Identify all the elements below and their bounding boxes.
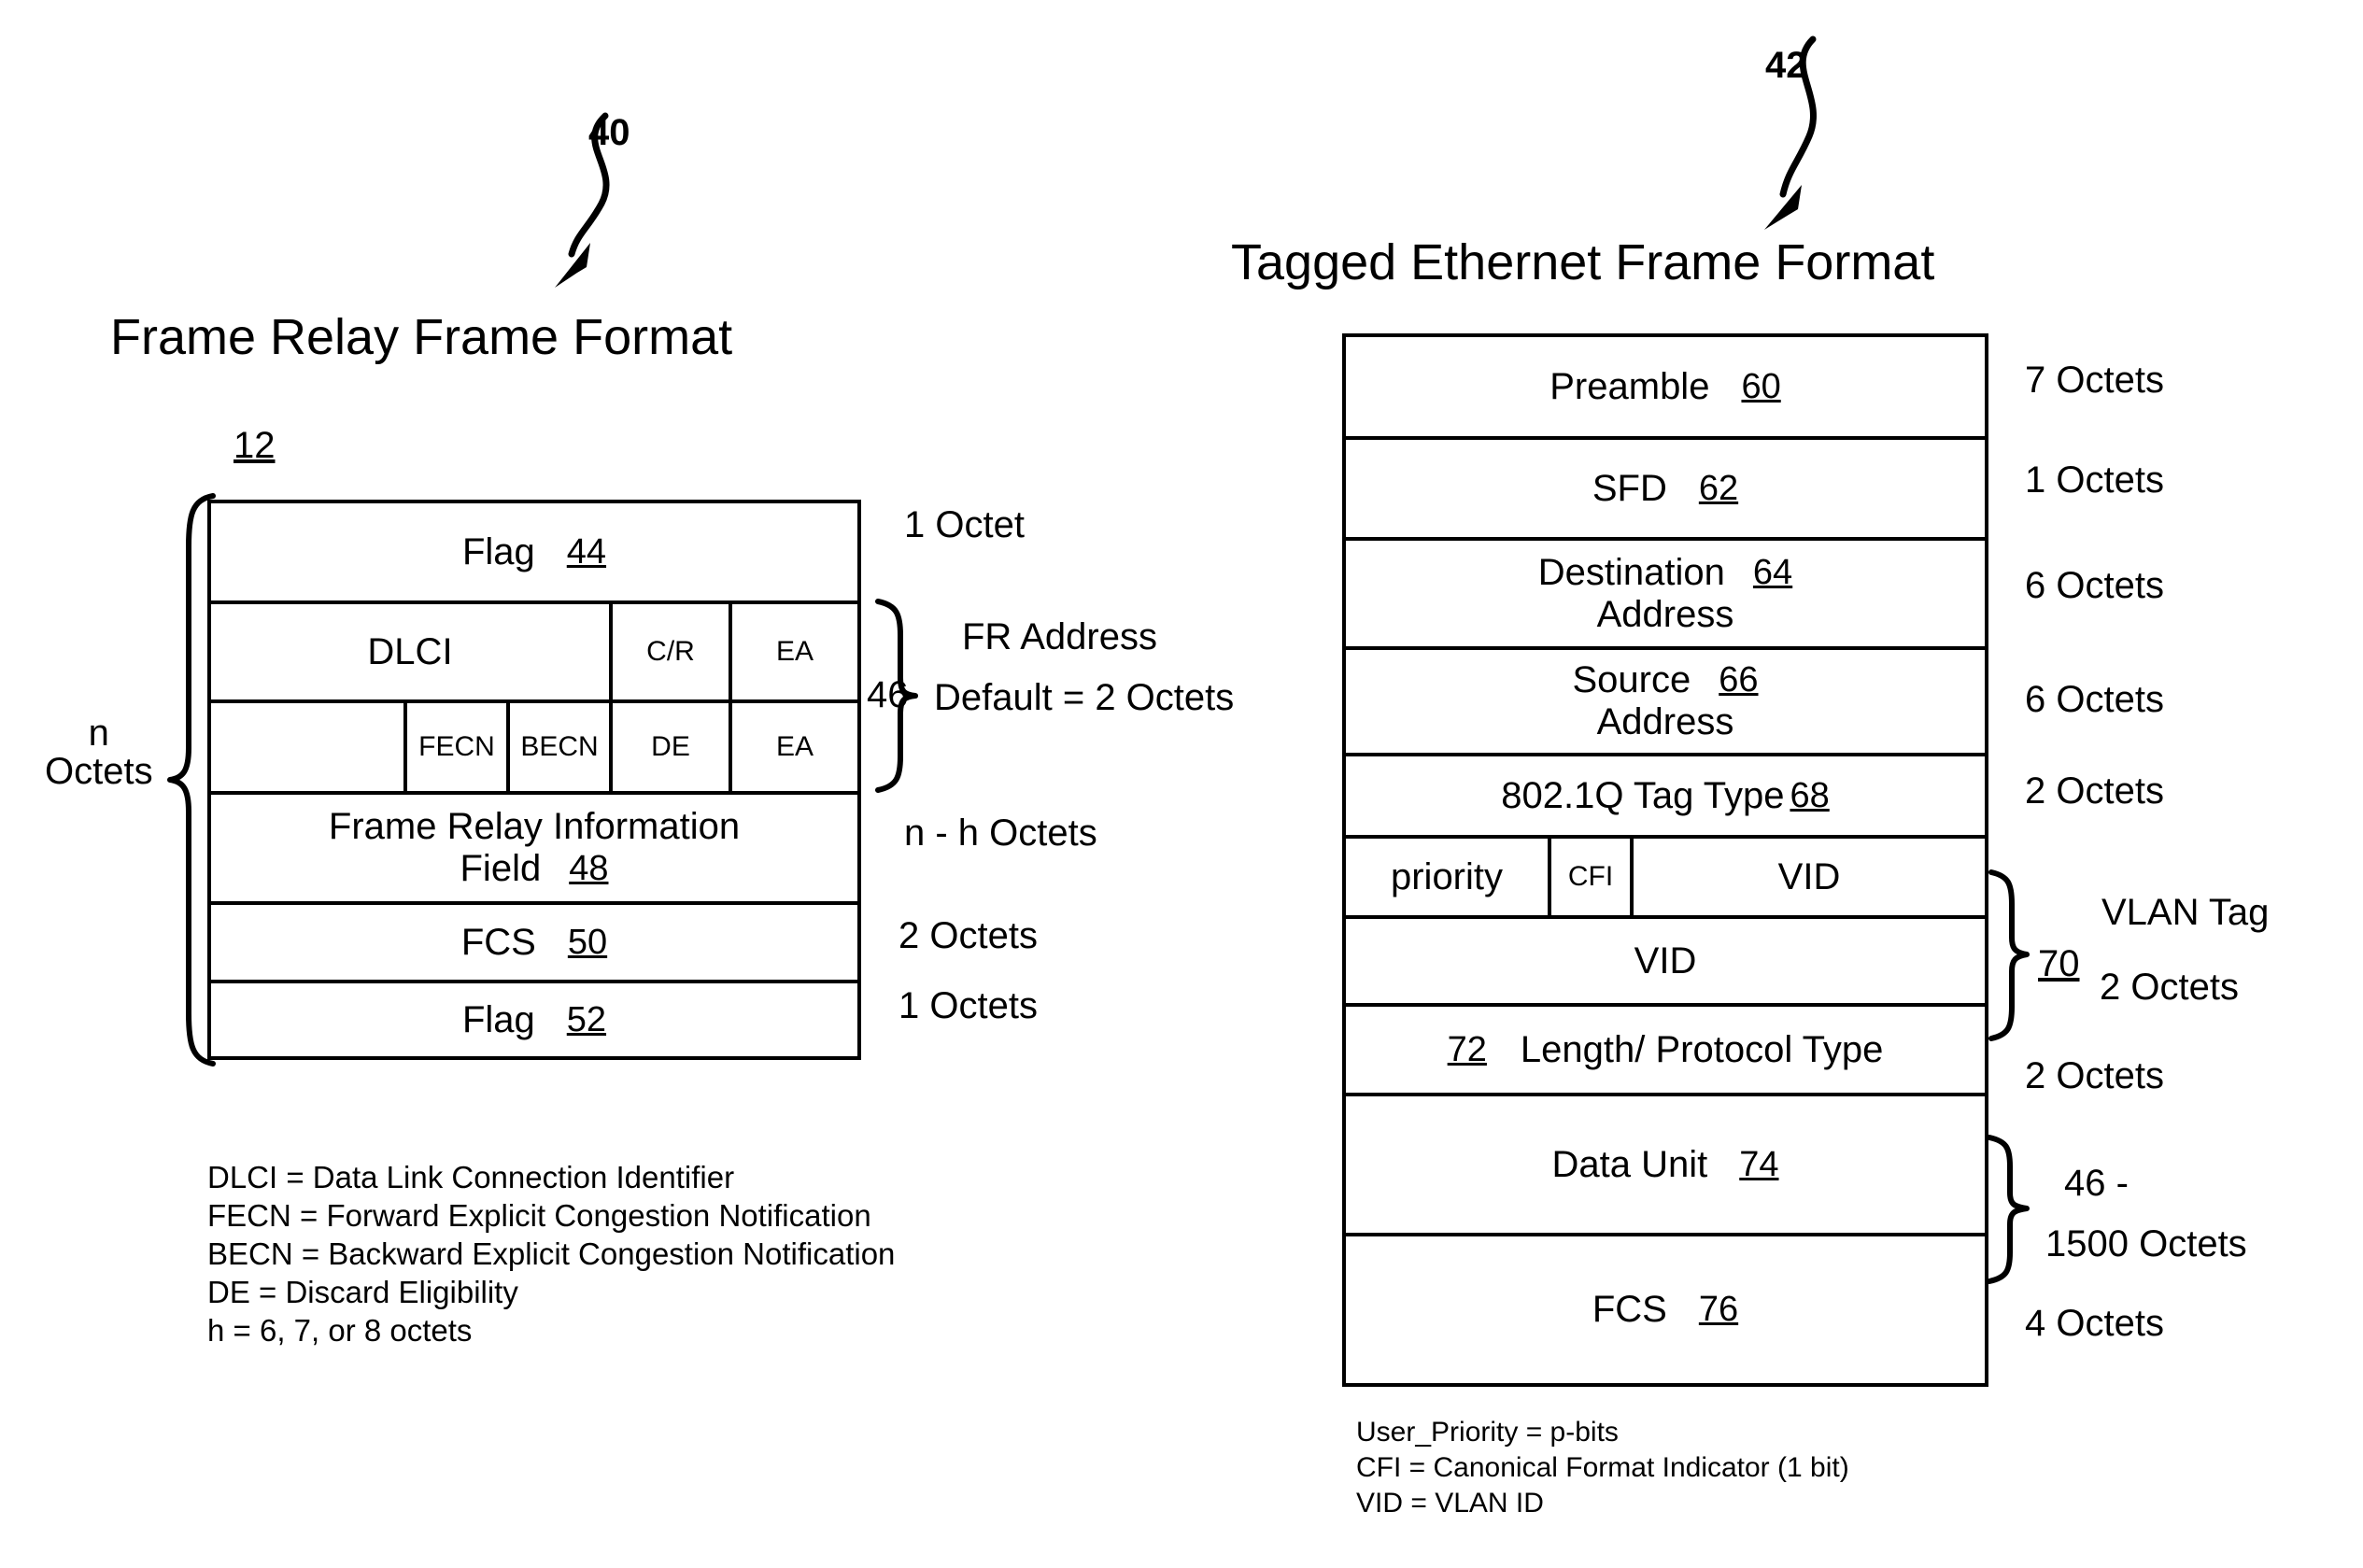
table-row: SFD 62 bbox=[1346, 440, 1985, 541]
size-label-fcs-eth: 4 Octets bbox=[2025, 1303, 2164, 1344]
cell-de: DE bbox=[651, 731, 690, 762]
legend-line: FECN = Forward Explicit Congestion Notif… bbox=[207, 1198, 871, 1233]
row-ref: 50 bbox=[567, 922, 608, 962]
n-octets-label: n Octets bbox=[45, 714, 153, 791]
table-row: Preamble 60 bbox=[1346, 337, 1985, 440]
row-label: FCS bbox=[1592, 1289, 1667, 1330]
cell-ea-2: EA bbox=[775, 731, 814, 762]
table-row: Flag 44 bbox=[211, 503, 857, 604]
row-ref: 72 bbox=[1447, 1029, 1487, 1069]
legend-line: DE = Discard Eligibility bbox=[207, 1275, 518, 1309]
table-row: Data Unit 74 bbox=[1346, 1096, 1985, 1236]
vlan-tag-ref-70: 70 bbox=[2038, 943, 2080, 984]
figure-title-frame-relay: Frame Relay Frame Format bbox=[110, 309, 733, 365]
cell-ea: EA bbox=[775, 636, 814, 667]
row-label: Destination bbox=[1537, 551, 1725, 593]
figure-title-tagged-ethernet: Tagged Ethernet Frame Format bbox=[1231, 234, 1935, 290]
legend-line: DLCI = Data Link Connection Identifier bbox=[207, 1160, 735, 1194]
size-label-flag2: 1 Octets bbox=[899, 985, 1038, 1026]
table-row: 802.1Q Tag Type 68 bbox=[1346, 756, 1985, 839]
size-label-preamble: 7 Octets bbox=[2025, 360, 2164, 401]
table-row: FCS 76 bbox=[1346, 1236, 1985, 1383]
size-label-src: 6 Octets bbox=[2025, 679, 2164, 720]
fr-address-ref-46: 46 bbox=[867, 674, 909, 715]
row-ref: 62 bbox=[1698, 468, 1739, 508]
row-ref: 66 bbox=[1719, 660, 1759, 699]
vlan-tag-brace bbox=[1988, 869, 2032, 1042]
table-row: DLCI C/R EA bbox=[211, 604, 857, 703]
figure-ref-42: 42 bbox=[1765, 45, 1807, 86]
row-label: SFD bbox=[1592, 467, 1667, 509]
row-label: 802.1Q Tag Type bbox=[1501, 774, 1785, 816]
data-unit-size-line1: 46 - bbox=[2064, 1163, 2129, 1204]
size-label-dest: 6 Octets bbox=[2025, 565, 2164, 606]
row-ref: 44 bbox=[566, 531, 607, 572]
cell-cfi: CFI bbox=[1567, 861, 1614, 892]
table-row: 72 Length/ Protocol Type bbox=[1346, 1007, 1985, 1096]
row-label: Frame Relay Information bbox=[328, 806, 741, 847]
size-label-info: n - h Octets bbox=[904, 812, 1097, 854]
n-octets-line1: n bbox=[88, 713, 109, 754]
cell-vid: VID bbox=[1777, 855, 1841, 897]
row-ref: 48 bbox=[569, 849, 609, 888]
fr-address-line2: Default = 2 Octets bbox=[934, 677, 1235, 718]
row-ref: 64 bbox=[1752, 552, 1793, 592]
row-ref: 74 bbox=[1739, 1144, 1779, 1184]
table-ref-12: 12 bbox=[233, 425, 276, 466]
row-label: Flag bbox=[461, 998, 535, 1040]
size-label-tagtype: 2 Octets bbox=[2025, 770, 2164, 812]
frame-relay-table: Flag 44 DLCI C/R EA FECN BECN DE EA Fram… bbox=[207, 500, 861, 1060]
data-unit-size-line2: 1500 Octets bbox=[2045, 1223, 2247, 1264]
table-row: Destination 64 Address bbox=[1346, 541, 1985, 650]
table-row: Source 66 Address bbox=[1346, 650, 1985, 756]
row-label: Source bbox=[1572, 659, 1691, 700]
row-label: Length/ Protocol Type bbox=[1520, 1028, 1884, 1070]
size-label-fcs: 2 Octets bbox=[899, 915, 1038, 956]
size-label-lengthtype: 2 Octets bbox=[2025, 1055, 2164, 1096]
row-ref: 60 bbox=[1741, 366, 1781, 406]
row-label-2: Address bbox=[1596, 701, 1734, 742]
legend-line: h = 6, 7, or 8 octets bbox=[207, 1313, 473, 1348]
table-row: VID bbox=[1346, 919, 1985, 1007]
tagged-ethernet-legend: User_Priority = p-bits CFI = Canonical F… bbox=[1356, 1415, 1849, 1521]
row-label-2: Field bbox=[460, 848, 542, 889]
row-label: FCS bbox=[460, 921, 536, 963]
size-label-sfd: 1 Octets bbox=[2025, 459, 2164, 501]
fr-address-line1: FR Address bbox=[962, 616, 1157, 657]
cell-priority: priority bbox=[1390, 855, 1504, 897]
row-label: Flag bbox=[461, 530, 535, 572]
legend-line: VID = VLAN ID bbox=[1356, 1488, 1544, 1519]
vlan-tag-size: 2 Octets bbox=[2100, 967, 2239, 1008]
frame-relay-legend: DLCI = Data Link Connection Identifier F… bbox=[207, 1158, 895, 1349]
row-ref: 52 bbox=[566, 999, 607, 1039]
figure-ref-40: 40 bbox=[588, 112, 630, 153]
legend-line: BECN = Backward Explicit Congestion Noti… bbox=[207, 1236, 896, 1271]
table-row: Frame Relay Information Field 48 bbox=[211, 795, 857, 905]
table-row: FECN BECN DE EA bbox=[211, 703, 857, 795]
row-label: DLCI bbox=[367, 630, 453, 672]
table-row: priority CFI VID bbox=[1346, 839, 1985, 919]
cell-fecn: FECN bbox=[418, 731, 495, 762]
table-row: FCS 50 bbox=[211, 905, 857, 983]
n-octets-line2: Octets bbox=[45, 750, 153, 792]
legend-line: User_Priority = p-bits bbox=[1356, 1417, 1619, 1448]
data-unit-brace bbox=[1987, 1135, 2032, 1284]
row-label: Preamble bbox=[1549, 365, 1710, 407]
table-row: Flag 52 bbox=[211, 983, 857, 1056]
row-ref: 68 bbox=[1790, 775, 1830, 815]
legend-line: CFI = Canonical Format Indicator (1 bit) bbox=[1356, 1452, 1849, 1483]
tagged-ethernet-table: Preamble 60 SFD 62 Destination 64 Addres… bbox=[1342, 333, 1988, 1387]
size-label-flag: 1 Octet bbox=[904, 504, 1025, 545]
row-label: Data Unit bbox=[1551, 1143, 1708, 1185]
row-ref: 76 bbox=[1698, 1290, 1739, 1329]
cell-becn: BECN bbox=[520, 731, 599, 762]
row-label-2: Address bbox=[1596, 593, 1734, 635]
row-label: VID bbox=[1634, 939, 1697, 982]
vlan-tag-label: VLAN Tag bbox=[2101, 892, 2270, 933]
cell-cr: C/R bbox=[646, 636, 695, 667]
